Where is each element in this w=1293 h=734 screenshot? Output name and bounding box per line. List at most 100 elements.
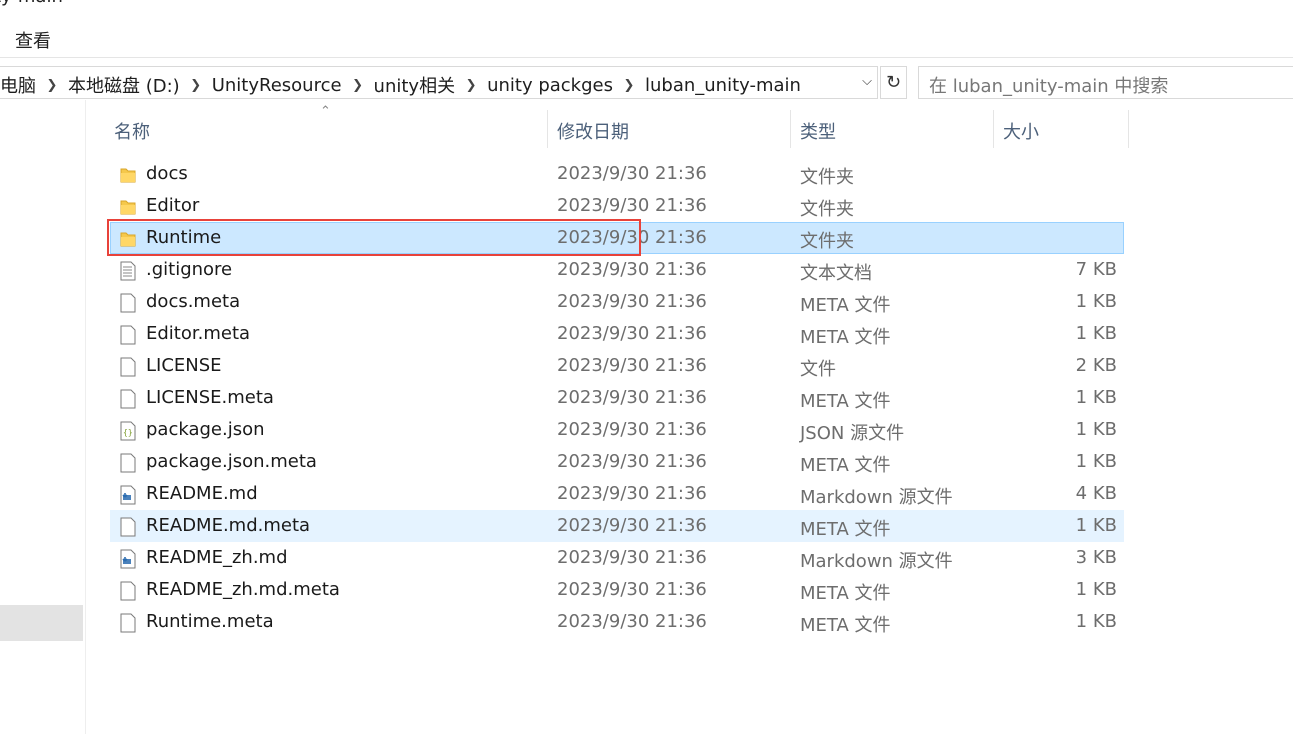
file-type: META 文件: [800, 455, 891, 476]
chevron-right-icon[interactable]: ❯: [38, 78, 66, 93]
file-type: 文本文档: [800, 263, 872, 284]
chevron-right-icon[interactable]: ❯: [457, 78, 485, 93]
file-type: META 文件: [800, 295, 891, 316]
file-row[interactable]: README_zh.md 2023/9/30 21:36 Markdown 源文件 3…: [110, 542, 1124, 574]
file-name: docs.meta: [146, 291, 241, 312]
file-type: 文件: [800, 359, 836, 380]
file-name: Runtime.meta: [146, 611, 274, 632]
column-header-date[interactable]: 修改日期: [557, 108, 629, 150]
file-date: 2023/9/30 21:36: [557, 387, 707, 408]
file-name: docs: [146, 163, 188, 184]
file-row[interactable]: package.json.meta 2023/9/30 21:36 META 文件 1…: [110, 446, 1124, 478]
file-size: 1 KB: [1075, 451, 1117, 472]
file-icon: [119, 613, 137, 633]
file-size: 1 KB: [1075, 611, 1117, 632]
file-row[interactable]: README.md.meta 2023/9/30 21:36 META 文件 1 KB: [110, 510, 1124, 542]
file-row[interactable]: Editor 2023/9/30 21:36 文件夹: [110, 190, 1124, 222]
navigation-pane[interactable]: [0, 100, 86, 734]
breadcrumb-item[interactable]: UnityResource: [210, 75, 344, 96]
column-divider[interactable]: [547, 110, 548, 148]
breadcrumb-item[interactable]: unity相关: [372, 72, 458, 98]
file-date: 2023/9/30 21:36: [557, 291, 707, 312]
tab-view[interactable]: 查看: [15, 27, 51, 53]
column-header-size[interactable]: 大小: [1003, 108, 1039, 150]
search-input[interactable]: 在 luban_unity-main 中搜索: [918, 66, 1293, 99]
folder-icon: [119, 197, 137, 217]
file-name: package.json.meta: [146, 451, 317, 472]
file-row[interactable]: docs 2023/9/30 21:36 文件夹: [110, 158, 1124, 190]
chevron-right-icon[interactable]: ❯: [344, 78, 372, 93]
column-header-name[interactable]: 名称: [114, 108, 150, 150]
file-size: 1 KB: [1075, 291, 1117, 312]
column-divider[interactable]: [993, 110, 994, 148]
file-icon: [119, 389, 137, 409]
file-icon: [119, 517, 137, 537]
file-row[interactable]: README_zh.md.meta 2023/9/30 21:36 META 文件 1…: [110, 574, 1124, 606]
file-type: 文件夹: [800, 231, 854, 252]
file-type: Markdown 源文件: [800, 487, 953, 508]
breadcrumb-item[interactable]: 本地磁盘 (D:): [66, 72, 182, 98]
folder-icon: [119, 229, 137, 249]
file-type: Markdown 源文件: [800, 551, 953, 572]
file-date: 2023/9/30 21:36: [557, 547, 707, 568]
file-name: LICENSE: [146, 355, 222, 376]
file-type: META 文件: [800, 519, 891, 540]
json-file-icon: {}: [119, 421, 137, 441]
file-date: 2023/9/30 21:36: [557, 419, 707, 440]
chevron-down-icon[interactable]: ⌵: [856, 74, 878, 94]
markdown-file-icon: [119, 485, 137, 505]
file-type: 文件夹: [800, 199, 854, 220]
file-row[interactable]: Editor.meta 2023/9/30 21:36 META 文件 1 KB: [110, 318, 1124, 350]
file-row[interactable]: {} package.json 2023/9/30 21:36 JSON 源文件 1 K…: [110, 414, 1124, 446]
chevron-right-icon[interactable]: ❯: [615, 78, 643, 93]
file-row[interactable]: docs.meta 2023/9/30 21:36 META 文件 1 KB: [110, 286, 1124, 318]
file-size: 1 KB: [1075, 387, 1117, 408]
file-list: docs 2023/9/30 21:36 文件夹 Editor 2023/9/30 21…: [110, 158, 1124, 638]
file-date: 2023/9/30 21:36: [557, 323, 707, 344]
chevron-right-icon[interactable]: ❯: [182, 78, 210, 93]
file-name: Editor.meta: [146, 323, 251, 344]
refresh-icon[interactable]: ↻: [880, 66, 907, 99]
file-name: LICENSE.meta: [146, 387, 274, 408]
breadcrumb-item[interactable]: unity packges: [485, 75, 615, 96]
file-row[interactable]: LICENSE 2023/9/30 21:36 文件 2 KB: [110, 350, 1124, 382]
file-row[interactable]: Runtime.meta 2023/9/30 21:36 META 文件 1 KB: [110, 606, 1124, 638]
column-divider[interactable]: [1128, 110, 1129, 148]
file-row[interactable]: .gitignore 2023/9/30 21:36 文本文档 7 KB: [110, 254, 1124, 286]
folder-icon: [119, 165, 137, 185]
file-name: Runtime: [146, 227, 222, 248]
file-date: 2023/9/30 21:36: [557, 515, 707, 536]
file-name: README.md.meta: [146, 515, 311, 536]
file-size: 7 KB: [1075, 259, 1117, 280]
file-icon: [119, 293, 137, 313]
ribbon-divider: [0, 57, 1293, 58]
file-row[interactable]: LICENSE.meta 2023/9/30 21:36 META 文件 1 KB: [110, 382, 1124, 414]
file-type: JSON 源文件: [800, 423, 905, 444]
file-size: 2 KB: [1075, 355, 1117, 376]
file-type: META 文件: [800, 615, 891, 636]
breadcrumb: 电脑 ❯ 本地磁盘 (D:) ❯ UnityResource ❯ unity相关 ❯ unity…: [0, 72, 803, 98]
file-name: README.md: [146, 483, 258, 504]
nav-selected-item[interactable]: [0, 605, 83, 641]
breadcrumb-item[interactable]: 电脑: [0, 72, 38, 98]
breadcrumb-item[interactable]: luban_unity-main: [643, 75, 803, 96]
column-divider[interactable]: [790, 110, 791, 148]
file-date: 2023/9/30 21:36: [557, 163, 707, 184]
sort-ascending-icon: ⌃: [320, 104, 331, 119]
file-row[interactable]: README.md 2023/9/30 21:36 Markdown 源文件 4 KB: [110, 478, 1124, 510]
file-date: 2023/9/30 21:36: [557, 195, 707, 216]
address-bar[interactable]: 电脑 ❯ 本地磁盘 (D:) ❯ UnityResource ❯ unity相关 ❯ unity…: [0, 66, 878, 99]
file-icon: [119, 453, 137, 473]
file-name: README_zh.md.meta: [146, 579, 340, 600]
file-size: 1 KB: [1075, 323, 1117, 344]
file-icon: [119, 581, 137, 601]
search-placeholder: 在 luban_unity-main 中搜索: [929, 76, 1169, 97]
file-size: 4 KB: [1075, 483, 1117, 504]
file-type: META 文件: [800, 583, 891, 604]
svg-text:{}: {}: [123, 428, 133, 437]
column-header-type[interactable]: 类型: [800, 108, 836, 150]
file-date: 2023/9/30 21:36: [557, 579, 707, 600]
file-row[interactable]: Runtime 2023/9/30 21:36 文件夹: [110, 222, 1124, 254]
file-date: 2023/9/30 21:36: [557, 451, 707, 472]
file-type: 文件夹: [800, 167, 854, 188]
